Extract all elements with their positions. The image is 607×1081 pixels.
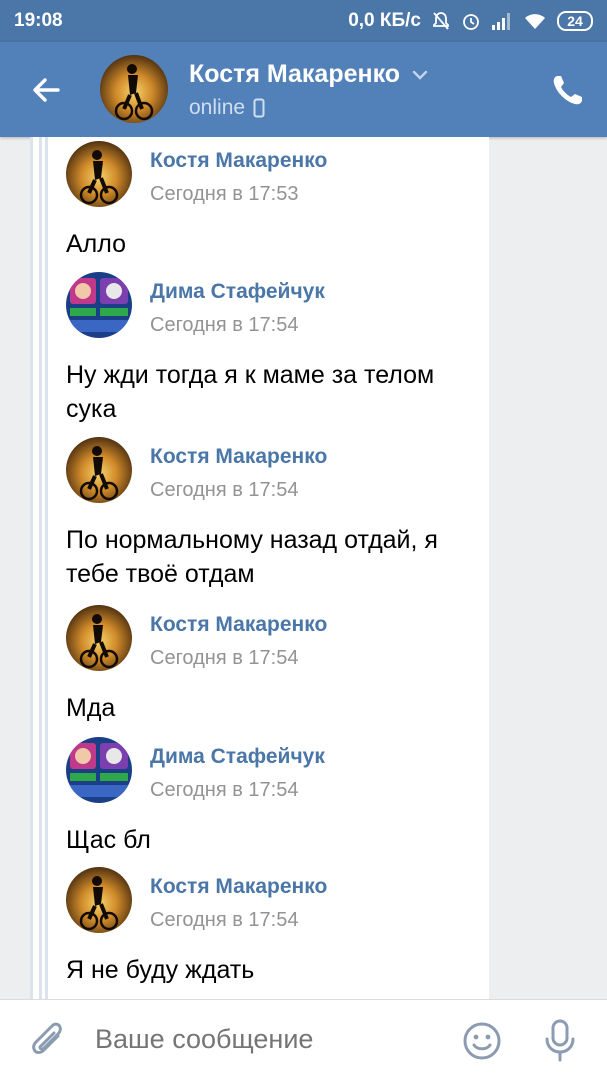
status-bar: 19:08 0,0 КБ/с 24 — [0, 0, 607, 42]
chat-header: Костя Макаренко online — [0, 42, 607, 137]
avatar-image — [66, 437, 132, 503]
chat-title[interactable]: Костя Макаренко — [189, 60, 428, 89]
avatar-image — [66, 605, 132, 671]
contact-name: Костя Макаренко — [189, 60, 401, 88]
phone-icon[interactable] — [548, 72, 586, 110]
online-status: online — [189, 96, 246, 119]
avatar-image — [66, 737, 132, 803]
message-time: Сегодня в 17:54 — [150, 314, 299, 336]
avatar-image — [66, 867, 132, 933]
avatar[interactable] — [66, 141, 132, 207]
avatar-image — [66, 272, 132, 338]
message-text: Мда — [66, 694, 116, 722]
paperclip-icon[interactable] — [28, 1020, 68, 1062]
microphone-icon[interactable] — [543, 1018, 577, 1062]
message-time: Сегодня в 17:54 — [150, 479, 299, 501]
avatar-image — [100, 55, 168, 123]
signal-icon — [492, 13, 510, 30]
chat-area[interactable]: Костя Макаренко Сегодня в 17:53 Алло Дима С… — [0, 137, 607, 999]
message-input[interactable] — [95, 1024, 435, 1055]
avatar-image — [66, 141, 132, 207]
message-time: Сегодня в 17:54 — [150, 779, 299, 801]
message-time: Сегодня в 17:54 — [150, 909, 299, 931]
sender-name[interactable]: Дима Стафейчук — [150, 745, 325, 769]
chevron-down-icon — [412, 70, 428, 80]
battery-icon: 24 — [557, 11, 593, 31]
back-arrow-icon[interactable] — [28, 72, 64, 108]
message-text: По нормальному назад отдай, я тебе твоё … — [66, 526, 438, 588]
message-text: Щас бл — [66, 826, 151, 854]
forwarded-messages: Костя Макаренко Сегодня в 17:53 Алло Дима С… — [30, 137, 489, 999]
message-time: Сегодня в 17:54 — [150, 647, 299, 669]
sender-name[interactable]: Костя Макаренко — [150, 613, 327, 637]
avatar[interactable] — [66, 737, 132, 803]
contact-status: online — [189, 96, 265, 120]
net-speed: 0,0 КБ/с — [348, 10, 421, 31]
message-text: Я не буду ждать — [66, 956, 255, 984]
avatar[interactable] — [66, 867, 132, 933]
battery-level: 24 — [567, 13, 583, 29]
avatar[interactable] — [100, 55, 168, 123]
smile-icon[interactable] — [461, 1020, 503, 1062]
avatar[interactable] — [66, 605, 132, 671]
status-icons: 0,0 КБ/с 24 — [348, 10, 593, 32]
mobile-icon — [253, 98, 265, 118]
avatar[interactable] — [66, 272, 132, 338]
sender-name[interactable]: Дима Стафейчук — [150, 280, 325, 304]
wifi-icon — [525, 14, 545, 29]
message-text: Ну жди тогда я к маме за телом сука — [66, 361, 435, 423]
message-text: Алло — [66, 230, 127, 258]
avatar[interactable] — [66, 437, 132, 503]
sender-name[interactable]: Костя Макаренко — [150, 875, 327, 899]
alarm-icon — [463, 14, 479, 30]
message-composer — [0, 999, 607, 1081]
sender-name[interactable]: Костя Макаренко — [150, 149, 327, 173]
message-time: Сегодня в 17:53 — [150, 183, 299, 205]
sender-name[interactable]: Костя Макаренко — [150, 445, 327, 469]
mute-bell-icon — [433, 12, 449, 30]
status-time: 19:08 — [14, 10, 63, 31]
